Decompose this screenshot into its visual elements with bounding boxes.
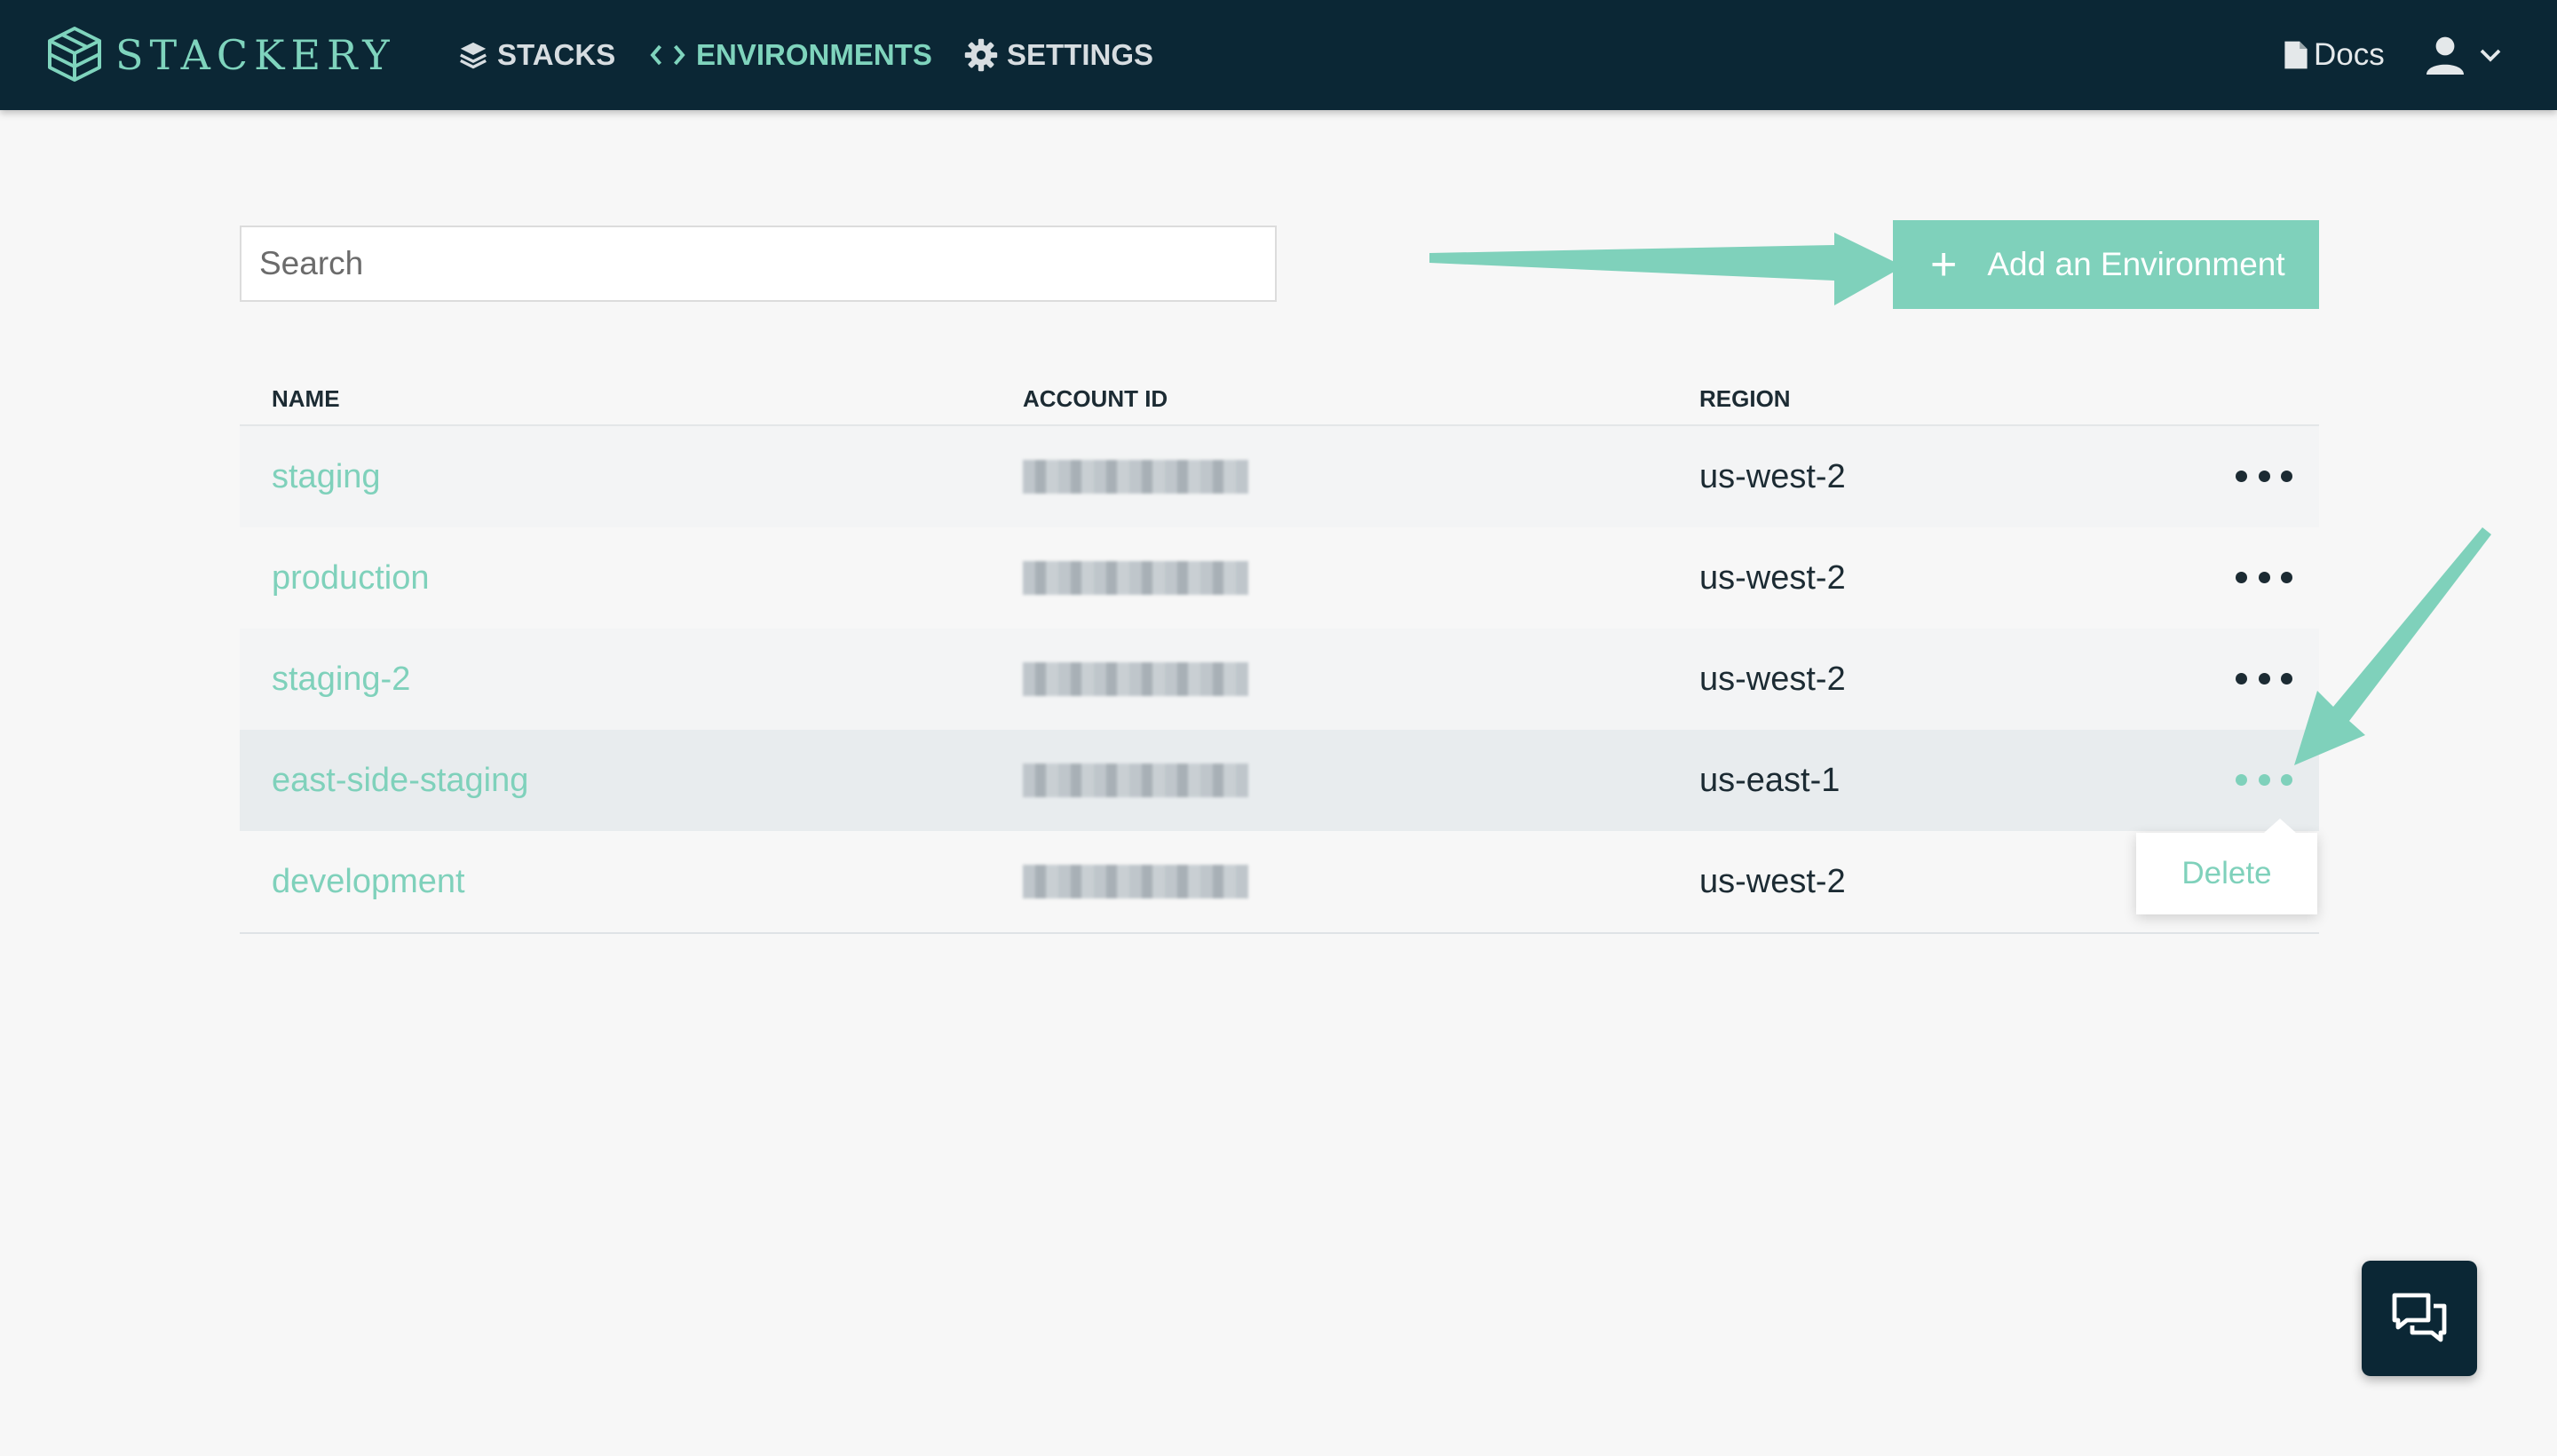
environment-name-link[interactable]: staging-2	[272, 629, 410, 730]
document-icon	[2284, 41, 2308, 69]
environment-name-link[interactable]: production	[272, 527, 429, 629]
brand-logo[interactable]: STACKERY	[44, 21, 396, 89]
layers-icon	[460, 42, 487, 69]
search-input[interactable]	[240, 226, 1277, 302]
user-avatar-icon	[2426, 36, 2464, 75]
account-id-redacted	[1023, 662, 1248, 696]
environment-name-link[interactable]: staging	[272, 426, 381, 527]
chat-widget-button[interactable]	[2362, 1261, 2477, 1376]
region-value: us-west-2	[1699, 458, 1846, 495]
docs-link[interactable]: Docs	[2284, 0, 2385, 110]
region-value: us-west-2	[1699, 661, 1846, 698]
add-environment-label: Add an Environment	[1987, 246, 2285, 282]
more-options-icon[interactable]	[2236, 559, 2292, 595]
region-value: us-east-1	[1699, 762, 1841, 799]
delete-menu-item[interactable]: Delete	[2181, 856, 2271, 891]
arrow-to-options-icon	[2294, 527, 2491, 765]
table-row[interactable]: production us-west-2	[240, 527, 2319, 629]
column-header-region: REGION	[1699, 385, 1791, 412]
region-value: us-west-2	[1699, 863, 1846, 900]
nav-environments[interactable]: ENVIRONMENTS	[648, 0, 932, 110]
docs-label: Docs	[2314, 37, 2385, 72]
chevron-down-icon	[2480, 49, 2501, 62]
more-options-icon[interactable]	[2236, 661, 2292, 696]
nav-settings-label: SETTINGS	[1007, 38, 1154, 71]
stackery-logo-icon	[48, 27, 101, 82]
code-brackets-icon	[650, 44, 685, 66]
table-row[interactable]: development us-west-2	[240, 831, 2319, 933]
table-row-hovered[interactable]: east-side-staging us-east-1	[240, 730, 2319, 832]
nav-settings[interactable]: SETTINGS	[964, 0, 1153, 110]
plus-icon: +	[1930, 239, 1958, 290]
account-id-redacted	[1023, 561, 1248, 595]
nav-environments-label: ENVIRONMENTS	[696, 38, 932, 71]
row-options-menu: Delete	[2136, 819, 2317, 914]
more-options-icon[interactable]	[2236, 762, 2292, 797]
table-row[interactable]: staging-2 us-west-2	[240, 629, 2319, 731]
nav-stacks-label: STACKS	[497, 38, 616, 71]
arrow-to-add-button-icon	[1429, 233, 1904, 305]
more-options-icon[interactable]	[2236, 458, 2292, 494]
table-bottom-border	[240, 932, 2319, 934]
environment-name-link[interactable]: east-side-staging	[272, 730, 528, 831]
add-environment-button[interactable]: + Add an Environment	[1893, 220, 2319, 309]
user-menu[interactable]	[2424, 27, 2504, 83]
chat-bubbles-icon	[2392, 1293, 2447, 1342]
table-row[interactable]: staging us-west-2	[240, 426, 2319, 528]
account-id-redacted	[1023, 865, 1248, 898]
gear-icon	[964, 38, 998, 72]
column-header-name: NAME	[272, 385, 340, 412]
column-header-account-id: ACCOUNT ID	[1023, 385, 1168, 412]
region-value: us-west-2	[1699, 559, 1846, 597]
account-id-redacted	[1023, 460, 1248, 494]
account-id-redacted	[1023, 764, 1248, 797]
top-navbar: STACKERY STACKS ENVIRONMENTS SETTINGS Do…	[0, 0, 2557, 110]
nav-stacks[interactable]: STACKS	[458, 0, 615, 110]
brand-name: STACKERY	[115, 31, 396, 79]
environment-name-link[interactable]: development	[272, 831, 465, 932]
table-header: NAME ACCOUNT ID REGION	[240, 382, 2319, 426]
